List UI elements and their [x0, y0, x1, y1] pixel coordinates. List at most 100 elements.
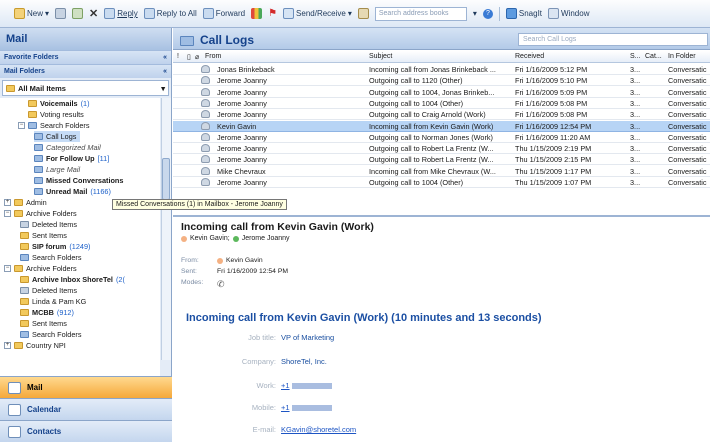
cell-folder: Conversatic — [668, 76, 707, 86]
folder-item[interactable]: + Country NPI — [4, 340, 66, 351]
column-header-from[interactable]: From — [205, 53, 221, 60]
collapse-icon[interactable]: − — [4, 210, 11, 217]
categorize-button[interactable] — [251, 8, 263, 19]
table-row[interactable]: Jerome Joanny Outgoing call to 1004 (Othe… — [173, 177, 710, 188]
delete-button[interactable]: ✕ — [89, 7, 98, 20]
work-phone-link[interactable]: +1 — [281, 381, 332, 390]
folder-item[interactable]: MCBB (912) — [20, 307, 74, 318]
folder-item[interactable]: Voicemails (1) — [28, 98, 90, 109]
mobile-phone-label: Mobile: — [251, 403, 276, 412]
table-row[interactable]: Jerome Joanny Outgoing call to 1120 (Othe… — [173, 75, 710, 87]
cell-from: Mike Chevraux — [217, 166, 266, 176]
toolbar-separator — [498, 6, 500, 21]
snagit-button[interactable]: SnagIt — [505, 8, 542, 19]
folder-icon — [14, 199, 23, 206]
search-address-books-input[interactable]: Search address books — [374, 6, 467, 21]
expand-icon[interactable]: + — [4, 342, 11, 349]
column-header-size[interactable]: S... — [630, 53, 641, 60]
collapse-icon[interactable]: − — [18, 122, 25, 129]
search-call-logs-input[interactable]: Search Call Logs — [518, 33, 708, 46]
folder-item[interactable]: For Follow Up [11] — [34, 153, 109, 164]
folder-item[interactable]: Linda & Pam KG — [20, 296, 86, 307]
folder-item[interactable]: Search Folders — [20, 329, 81, 340]
column-header-subject[interactable]: Subject — [369, 53, 392, 60]
column-header-in-folder[interactable]: In Folder — [668, 53, 696, 60]
folder-item[interactable]: Large Mail — [34, 164, 80, 175]
address-book-button[interactable] — [357, 8, 369, 19]
table-row[interactable]: Jonas Brinkeback Incoming call from Jonas… — [173, 64, 710, 75]
folder-item[interactable]: Unread Mail (1166) — [34, 186, 111, 197]
folder-item[interactable]: Sent Items — [20, 230, 67, 241]
folder-item[interactable]: Deleted Items — [20, 219, 77, 230]
cell-subject: Outgoing call to Robert La Frentz (W... — [369, 144, 494, 154]
email-link[interactable]: KGavin@shoretel.com — [281, 425, 356, 434]
presence-icon — [217, 257, 223, 264]
column-header-categories[interactable]: Cat... — [645, 53, 662, 60]
table-row[interactable]: Jerome Joanny Outgoing call to 1004 (Othe… — [173, 98, 710, 109]
reply-all-button[interactable]: Reply to All — [143, 8, 197, 19]
cell-received: Fri 1/16/2009 5:12 PM — [515, 65, 588, 74]
cell-subject: Incoming call from Jonas Brinkeback ... — [369, 65, 496, 74]
folder-item[interactable]: Sent Items — [20, 318, 67, 329]
folder-item[interactable]: Missed Conversations — [34, 175, 123, 186]
phone-log-icon — [201, 166, 210, 175]
modes-label: Modes: — [181, 279, 204, 286]
table-row[interactable]: Jerome Joanny Outgoing call to Craig Arno… — [173, 109, 710, 121]
forward-button[interactable]: Forward — [202, 8, 245, 19]
navigation-pane: Mail Favorite Folders « Mail Folders « All… — [0, 28, 172, 442]
folder-icon — [20, 309, 29, 316]
cell-subject: Outgoing call to Craig Arnold (Work) — [369, 110, 486, 120]
table-row[interactable]: Jerome Joanny Outgoing call to Robert La … — [173, 143, 710, 155]
table-row[interactable]: Mike Chevraux Incoming call from Mike Che… — [173, 166, 710, 177]
table-row[interactable]: Jerome Joanny Outgoing call to Robert La … — [173, 154, 710, 166]
folder-scrollbar-thumb[interactable] — [162, 158, 170, 200]
folder-item[interactable]: Categorized Mail — [34, 142, 101, 153]
folder-item[interactable]: Search Folders — [20, 252, 81, 263]
icon-column-icon[interactable]: ▯ — [187, 53, 191, 61]
send-receive-button[interactable]: Send/Receive ▾ — [283, 8, 352, 19]
print-button[interactable] — [55, 8, 67, 19]
folder-item[interactable]: + Admin — [4, 197, 47, 208]
table-row[interactable]: Kevin Gavin Incoming call from Kevin Gavi… — [173, 120, 710, 132]
help-button[interactable]: ? — [482, 8, 493, 19]
job-title-value: VP of Marketing — [281, 333, 335, 342]
help-icon: ? — [482, 8, 493, 19]
attachment-column-icon[interactable]: ⌀ — [195, 53, 199, 61]
folder-item[interactable]: Deleted Items — [20, 285, 77, 296]
email-label: E-mail: — [252, 425, 276, 434]
folder-item[interactable]: − Archive Folders — [4, 263, 77, 274]
nav-button-contacts[interactable]: Contacts — [0, 420, 172, 442]
folder-item[interactable]: SIP forum (1249) — [20, 241, 90, 252]
column-header-received[interactable]: Received — [515, 53, 544, 60]
nav-button-calendar[interactable]: Calendar — [0, 398, 172, 420]
reply-button[interactable]: Reply — [104, 8, 138, 19]
move-button[interactable] — [72, 8, 84, 19]
window-button[interactable]: Window — [548, 8, 589, 19]
all-mail-items-dropdown[interactable]: All Mail Items ▾ — [2, 80, 169, 96]
expand-icon[interactable]: + — [4, 199, 11, 206]
folder-scrollbar[interactable] — [161, 98, 171, 360]
participant-name[interactable]: Jerome Joanny — [242, 235, 290, 242]
favorite-folders-header[interactable]: Favorite Folders « — [0, 50, 171, 64]
collapse-icon[interactable]: − — [4, 265, 11, 272]
phone-log-icon — [201, 132, 210, 141]
folder-item-call-logs[interactable]: Call Logs — [34, 131, 81, 142]
table-row[interactable]: Jerome Joanny Outgoing call to 1004, Jona… — [173, 87, 710, 98]
contacts-icon — [8, 425, 21, 438]
folder-item[interactable]: − Archive Folders — [4, 208, 77, 219]
mail-folders-header[interactable]: Mail Folders « — [0, 64, 171, 78]
cell-received: Fri 1/16/2009 12:54 PM — [515, 121, 592, 131]
nav-button-mail[interactable]: Mail — [0, 376, 172, 398]
participant-name[interactable]: Kevin Gavin; — [190, 235, 230, 242]
importance-column-icon[interactable]: ! — [177, 53, 179, 60]
folder-item[interactable]: Archive Inbox ShoreTel (2( — [20, 274, 125, 285]
flag-button[interactable]: ⚑ — [268, 8, 277, 19]
new-button[interactable]: New ▾ — [14, 8, 49, 19]
cell-from: Kevin Gavin — [217, 121, 257, 131]
folder-item[interactable]: − Search Folders — [18, 120, 89, 131]
mobile-phone-link[interactable]: +1 — [281, 403, 332, 412]
from-value[interactable]: Kevin Gavin — [217, 257, 263, 264]
folder-item[interactable]: Voting results — [28, 109, 84, 120]
search-dropdown-button[interactable]: ▾ — [473, 9, 477, 18]
table-row[interactable]: Jerome Joanny Outgoing call to Norman Jon… — [173, 132, 710, 143]
